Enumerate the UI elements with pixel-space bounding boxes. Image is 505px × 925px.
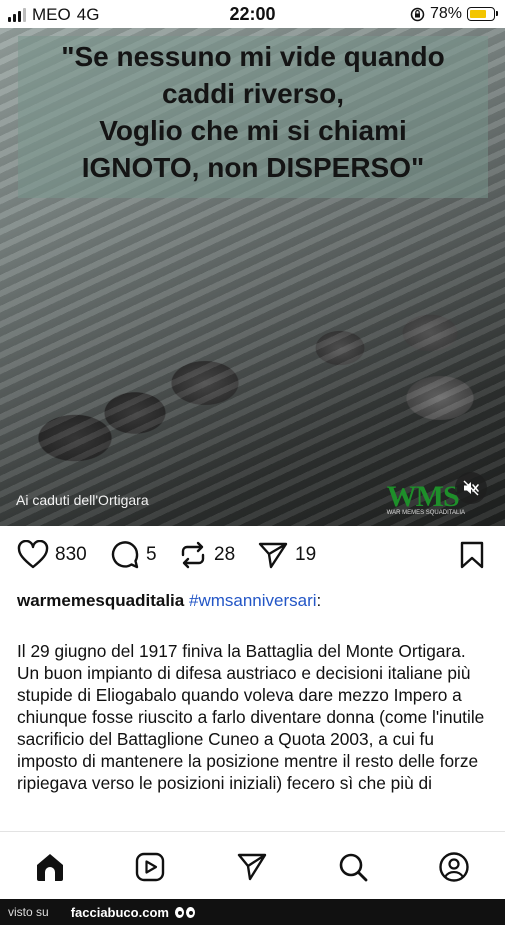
- repost-icon[interactable]: [178, 540, 208, 570]
- post-image[interactable]: "Se nessuno mi vide quando caddi riverso…: [0, 28, 505, 526]
- explore-icon[interactable]: [236, 851, 268, 883]
- status-right: 78%: [410, 5, 498, 23]
- profile-icon[interactable]: [438, 851, 470, 883]
- like-count: 830: [55, 544, 87, 565]
- caption-paragraph: Il 29 giugno del 1917 finiva la Battagli…: [17, 641, 466, 661]
- battery-percent: 78%: [429, 5, 462, 22]
- post-caption-header: warmemesquaditalia #wmsanniversari:: [17, 590, 487, 634]
- watermark-subtext: WAR MEMES SQUADITALIA: [386, 510, 465, 516]
- share-action[interactable]: 19: [257, 540, 316, 570]
- send-icon[interactable]: [257, 540, 289, 570]
- save-action[interactable]: [459, 540, 485, 570]
- post-hashtag[interactable]: #wmsanniversari: [189, 591, 317, 610]
- footer-site[interactable]: facciabuco.com: [71, 905, 169, 920]
- eyes-icon: [174, 906, 195, 918]
- caption-paragraph: Un buon impianto di difesa austriaco e d…: [17, 663, 485, 793]
- bottom-nav: [0, 831, 505, 900]
- mute-button[interactable]: [455, 472, 487, 504]
- orientation-lock-icon: [410, 7, 425, 21]
- repost-count: 28: [214, 544, 236, 565]
- image-quote: "Se nessuno mi vide quando caddi riverso…: [18, 38, 488, 186]
- footer-prefix: visto su: [8, 905, 49, 919]
- nav-home[interactable]: [33, 850, 67, 884]
- comment-icon[interactable]: [110, 540, 140, 570]
- quote-line: IGNOTO, non DISPERSO": [81, 152, 425, 183]
- quote-line: caddi riverso,: [161, 78, 345, 109]
- comment-count: 5: [146, 544, 157, 565]
- watermark-text: WMS: [386, 480, 460, 513]
- footer-watermark: visto su facciabuco.com: [0, 899, 505, 925]
- hashtag-suffix: :: [316, 591, 322, 610]
- quote-line: Voglio che mi si chiami: [99, 115, 407, 146]
- nav-explore[interactable]: [235, 850, 269, 884]
- battery-icon: [467, 7, 498, 21]
- comment-action[interactable]: 5: [110, 540, 157, 570]
- reels-icon[interactable]: [134, 851, 166, 883]
- like-action[interactable]: 830: [17, 540, 87, 570]
- image-caption: Ai caduti dell'Ortigara: [16, 492, 149, 508]
- bookmark-icon[interactable]: [459, 540, 485, 570]
- nav-profile[interactable]: [437, 850, 471, 884]
- heart-icon[interactable]: [17, 540, 49, 570]
- nav-search[interactable]: [336, 850, 370, 884]
- search-icon[interactable]: [337, 851, 369, 883]
- status-bar: MEO 4G 22:00 78%: [0, 0, 505, 28]
- repost-action[interactable]: 28: [178, 540, 235, 570]
- share-count: 19: [295, 544, 317, 565]
- caption-user-line: warmemesquaditalia #wmsanniversari:: [17, 590, 487, 612]
- quote-line: "Se nessuno mi vide quando: [61, 41, 445, 72]
- post-username[interactable]: warmemesquaditalia: [17, 591, 184, 610]
- post-caption-body: Il 29 giugno del 1917 finiva la Battagli…: [17, 640, 492, 831]
- watermark-logo: WMS WAR MEMES SQUADITALIA: [387, 480, 465, 516]
- post-actions: 830 5 28 19: [0, 540, 505, 580]
- nav-reels[interactable]: [133, 850, 167, 884]
- home-icon[interactable]: [34, 851, 66, 883]
- speaker-muted-icon: [463, 480, 479, 496]
